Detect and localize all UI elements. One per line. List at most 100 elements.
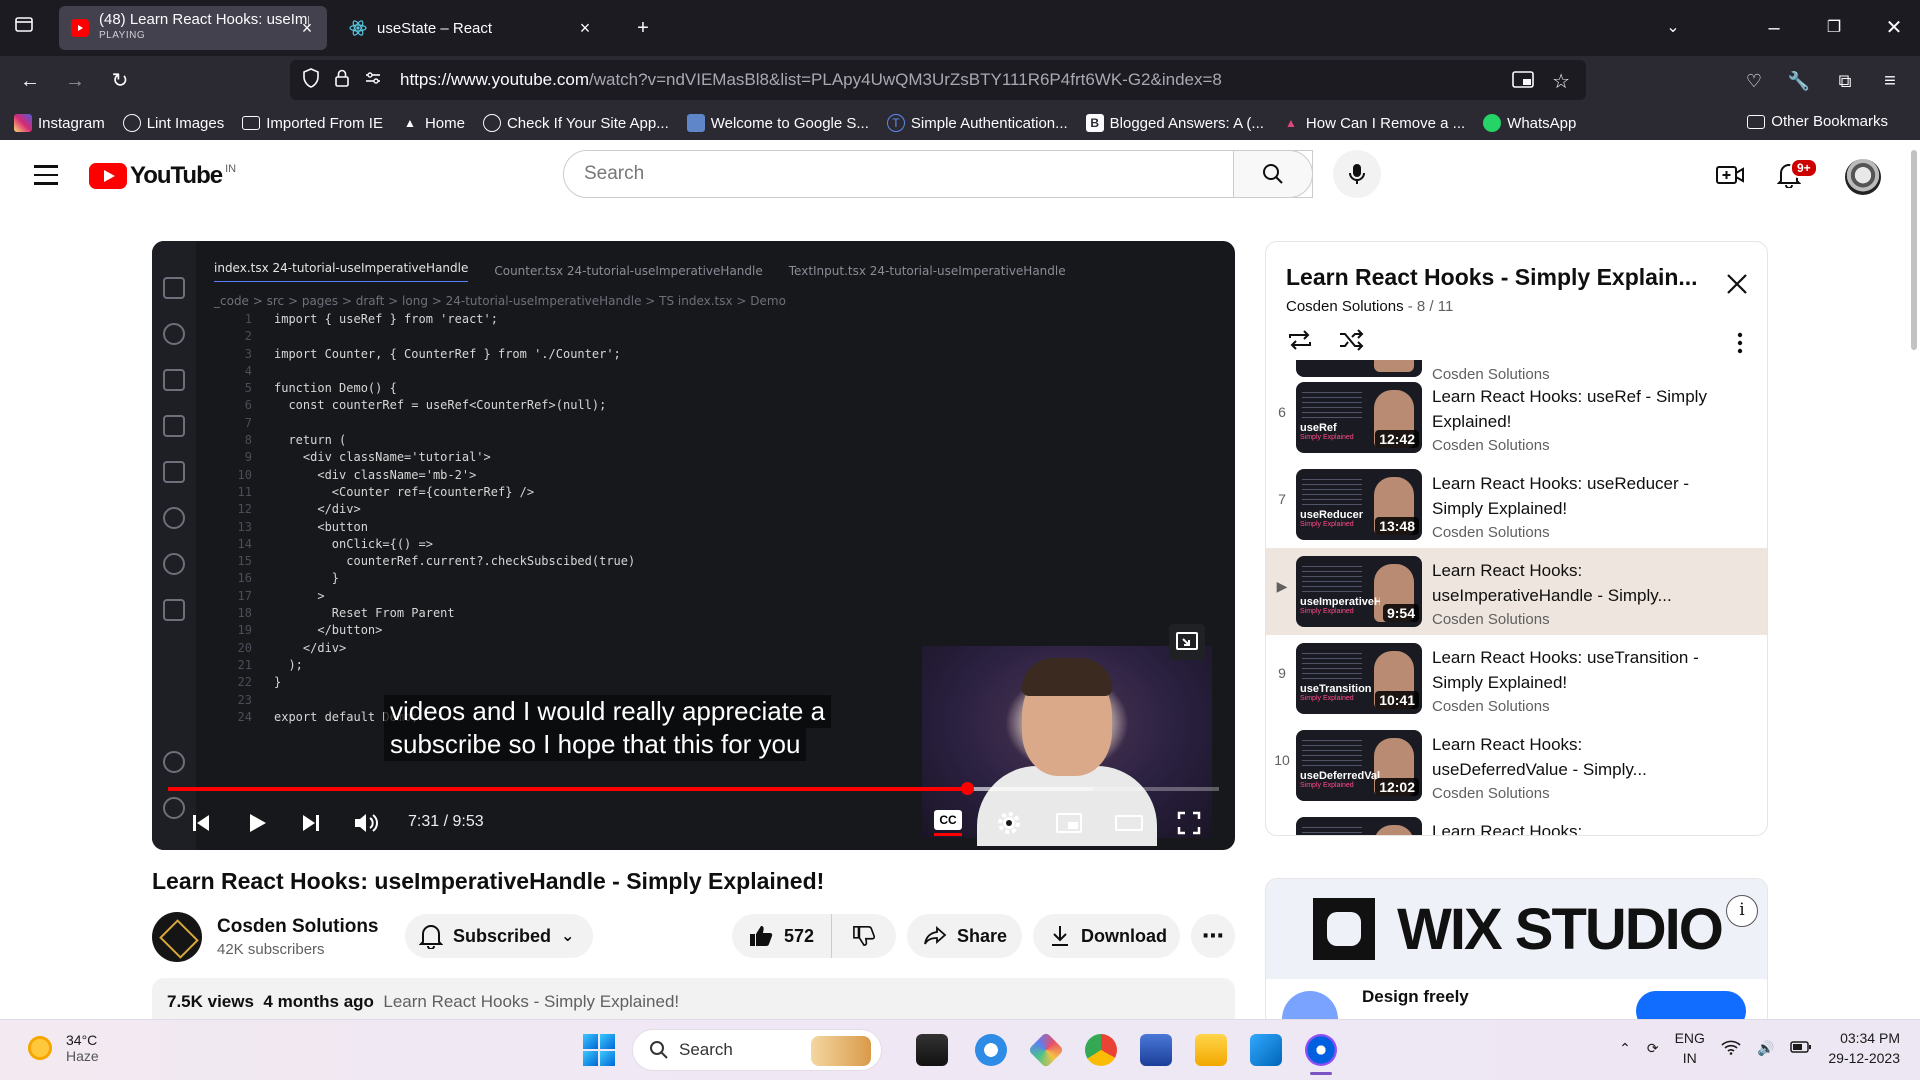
close-icon[interactable]: × <box>297 18 317 38</box>
back-icon[interactable]: ← <box>10 61 50 101</box>
share-button[interactable]: Share <box>907 914 1022 958</box>
star-icon[interactable]: ☆ <box>1552 69 1570 94</box>
playlist-item[interactable]: 9 useTransition Simply Explained 10:41 Learn… <box>1266 635 1767 722</box>
playlist-item[interactable]: 10 useDeferredValueSimply Explained 12:02 L… <box>1266 722 1767 809</box>
restore-icon[interactable]: ❐ <box>1814 8 1854 48</box>
search-input[interactable]: Search <box>563 150 1313 198</box>
file-explorer-icon[interactable] <box>1195 1034 1227 1066</box>
tab-youtube[interactable]: (48) Learn React Hooks: useImperativeHan… <box>59 6 327 50</box>
playlist-item[interactable]: ▶ useImperativeHandleSimply Explained 9:54… <box>1266 548 1767 635</box>
language-indicator[interactable]: ENG IN <box>1675 1028 1705 1068</box>
wrench-icon[interactable]: 🔧 <box>1779 61 1819 101</box>
thumbnail[interactable] <box>1296 817 1422 835</box>
guide-menu-button[interactable] <box>26 155 66 195</box>
loop-icon[interactable] <box>1286 328 1314 357</box>
settings-button[interactable] <box>989 803 1029 843</box>
playlist-item[interactable]: 6 useRef Simply Explained 12:42 Learn React … <box>1266 374 1767 461</box>
forward-icon[interactable]: → <box>55 61 95 101</box>
ad-banner[interactable]: WIX STUDIO <box>1266 879 1767 979</box>
speaker-icon[interactable]: 🔊 <box>1757 1040 1774 1057</box>
bookmark-google[interactable]: Welcome to Google S... <box>686 114 869 132</box>
bookmark-check-site[interactable]: Check If Your Site App... <box>482 114 669 132</box>
hamburger-menu-icon[interactable]: ≡ <box>1870 61 1910 101</box>
thumbnail[interactable]: useRef Simply Explained 12:42 <box>1296 382 1422 453</box>
lock-icon[interactable] <box>334 68 350 93</box>
bookmark-home[interactable]: ▲ Home <box>401 114 465 132</box>
bookmark-imported-from-ie[interactable]: Imported From IE <box>242 115 383 132</box>
playlist-item[interactable]: Learn React Hooks: <box>1266 809 1767 835</box>
video-player[interactable]: index.tsx 24-tutorial-useImperativeHandl… <box>152 241 1235 850</box>
miniplayer-icon[interactable] <box>1169 624 1205 660</box>
new-tab-button[interactable]: + <box>623 8 663 48</box>
voice-search-button[interactable] <box>1333 150 1381 198</box>
ad-cta-button[interactable] <box>1636 991 1746 1019</box>
dislike-button[interactable] <box>832 914 896 958</box>
weather-widget[interactable]: 34°C Haze <box>26 1032 99 1064</box>
close-icon[interactable] <box>1719 266 1755 302</box>
bookmark-instagram[interactable]: Instagram <box>14 114 105 132</box>
theater-mode-button[interactable] <box>1109 803 1149 843</box>
playlist-link[interactable]: Learn React Hooks - Simply Explained! <box>383 992 679 1011</box>
tab-react[interactable]: useState – React × <box>337 6 605 50</box>
youtube-logo[interactable]: YouTube IN <box>89 162 236 190</box>
create-video-button[interactable] <box>1710 155 1750 195</box>
page-scrollbar[interactable] <box>1911 150 1917 350</box>
shuffle-icon[interactable] <box>1338 328 1366 357</box>
progress-bar[interactable] <box>168 782 1219 795</box>
fullscreen-button[interactable] <box>1169 803 1209 843</box>
more-actions-button[interactable]: ⋯ <box>1191 914 1235 958</box>
bookmark-blogged-answers[interactable]: B Blogged Answers: A (... <box>1085 114 1264 132</box>
playlist-item[interactable]: 7 useReducer Simply Explained 13:48 Learn Re… <box>1266 461 1767 548</box>
thumbnail[interactable]: useImperativeHandleSimply Explained 9:54 <box>1296 556 1422 627</box>
vscode-icon[interactable] <box>1250 1034 1282 1066</box>
thumbnail[interactable]: useReducer Simply Explained 13:48 <box>1296 469 1422 540</box>
avatar[interactable] <box>1845 159 1881 195</box>
chevron-down-icon[interactable]: ⌄ <box>1653 8 1693 48</box>
volume-button[interactable] <box>346 803 386 843</box>
docker-icon[interactable] <box>975 1034 1007 1066</box>
ad-card[interactable]: WIX STUDIO i Design freely <box>1265 878 1768 1019</box>
tab-list-icon[interactable] <box>4 8 44 48</box>
thumbnail[interactable]: useTransition Simply Explained 10:41 <box>1296 643 1422 714</box>
more-vertical-icon[interactable] <box>1726 329 1754 357</box>
playlist-channel[interactable]: Cosden Solutions <box>1286 298 1404 315</box>
firefox-icon[interactable] <box>1305 1034 1337 1066</box>
close-icon[interactable]: × <box>575 18 595 38</box>
bookmark-how-can-i-remove[interactable]: ▲ How Can I Remove a ... <box>1282 114 1465 132</box>
miniplayer-button[interactable] <box>1049 803 1089 843</box>
minimize-icon[interactable]: – <box>1754 8 1794 48</box>
picture-in-picture-icon[interactable] <box>1512 70 1534 95</box>
pocket-icon[interactable]: ♡ <box>1734 61 1774 101</box>
description-box[interactable]: 7.5K views 4 months ago Learn React Hook… <box>152 978 1235 1019</box>
previous-button[interactable] <box>181 803 221 843</box>
reload-icon[interactable]: ↻ <box>100 61 140 101</box>
bookmark-whatsapp[interactable]: WhatsApp <box>1483 114 1576 132</box>
channel-avatar[interactable] <box>152 912 202 962</box>
channel-name[interactable]: Cosden Solutions <box>217 916 379 938</box>
download-button[interactable]: Download <box>1033 914 1180 958</box>
search-button[interactable] <box>1233 150 1313 198</box>
taskbar-search[interactable]: Search <box>632 1029 882 1071</box>
other-bookmarks[interactable]: Other Bookmarks <box>1747 113 1888 130</box>
store-icon[interactable] <box>1140 1034 1172 1066</box>
thumbnail[interactable]: useDeferredValueSimply Explained 12:02 <box>1296 730 1422 801</box>
playlist-title[interactable]: Learn React Hooks - Simply Explain... <box>1286 264 1706 291</box>
battery-icon[interactable] <box>1790 1040 1812 1057</box>
like-button[interactable]: 572 <box>732 914 832 958</box>
shield-icon[interactable] <box>302 67 320 93</box>
app-diamond-icon[interactable] <box>1027 1031 1065 1069</box>
bookmark-lint-images[interactable]: Lint Images <box>122 114 224 132</box>
info-icon[interactable]: i <box>1726 895 1758 927</box>
task-view-icon[interactable] <box>916 1034 948 1066</box>
url-text[interactable]: https://www.youtube.com/watch?v=ndVIEMas… <box>400 70 1222 90</box>
permissions-icon[interactable] <box>364 68 382 93</box>
start-button[interactable] <box>583 1034 615 1066</box>
next-button[interactable] <box>291 803 331 843</box>
chevron-up-icon[interactable]: ⌃ <box>1619 1040 1631 1057</box>
subscribed-button[interactable]: Subscribed ⌄ <box>405 914 593 958</box>
play-button[interactable] <box>237 803 277 843</box>
url-bar[interactable]: https://www.youtube.com/watch?v=ndVIEMas… <box>290 60 1586 100</box>
wifi-icon[interactable] <box>1721 1039 1741 1058</box>
chrome-icon[interactable] <box>1085 1034 1117 1066</box>
sync-icon[interactable]: ⟳ <box>1647 1040 1659 1057</box>
